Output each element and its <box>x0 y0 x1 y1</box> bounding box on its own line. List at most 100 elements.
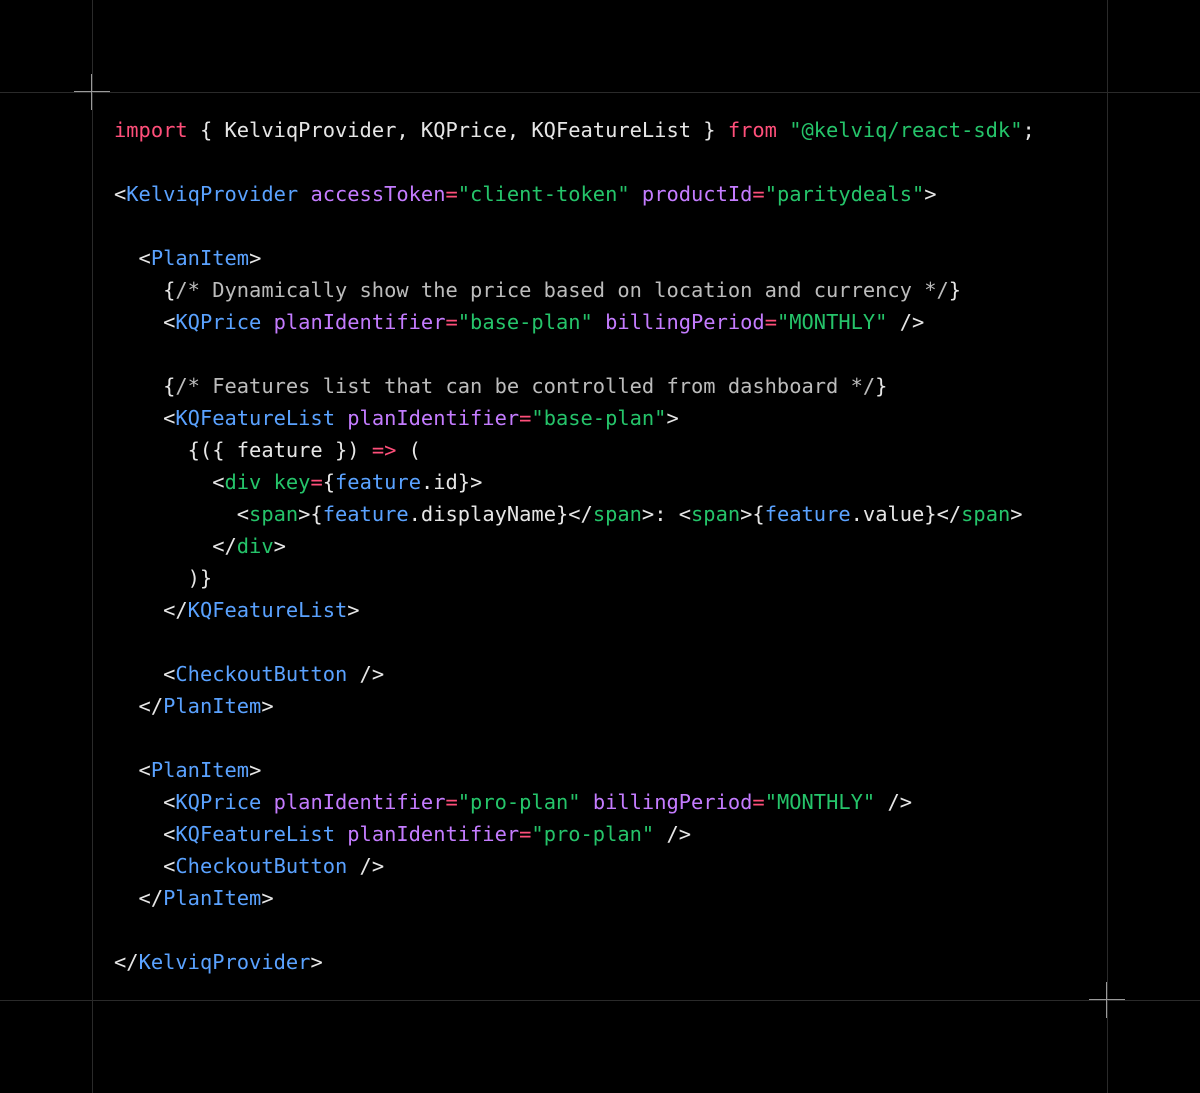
code-token: /> <box>875 790 913 814</box>
code-line: <CheckoutButton /> <box>114 850 1035 882</box>
code-line: <KQPrice planIdentifier="pro-plan" billi… <box>114 786 1035 818</box>
code-token: < <box>114 310 176 334</box>
code-token: ; <box>1022 118 1035 142</box>
code-token: /* Features list that can be controlled … <box>175 374 876 398</box>
code-token: CheckoutButton <box>175 662 348 686</box>
code-token: } <box>875 374 888 398</box>
code-line: <PlanItem> <box>114 754 1035 786</box>
code-line: </PlanItem> <box>114 882 1035 914</box>
code-token: = <box>445 790 458 814</box>
code-token: /> <box>654 822 692 846</box>
code-token: feature <box>335 470 421 494</box>
code-token: billingPeriod <box>592 790 753 814</box>
code-token: import <box>114 118 188 142</box>
code-token: KelviqProvider <box>126 182 299 206</box>
code-token: > <box>249 246 262 270</box>
code-token: > <box>310 950 323 974</box>
code-token: > <box>273 534 286 558</box>
code-token: = <box>519 822 532 846</box>
code-token: planIdentifier <box>273 790 446 814</box>
code-token: from <box>727 118 777 142</box>
code-token: > <box>347 598 360 622</box>
code-token: billingPeriod <box>605 310 765 334</box>
code-token: </ <box>114 950 139 974</box>
code-token: ( <box>396 438 421 462</box>
code-line: <KQFeatureList planIdentifier="base-plan… <box>114 402 1035 434</box>
code-token: key <box>273 470 311 494</box>
code-line: <KQPrice planIdentifier="base-plan" bill… <box>114 306 1035 338</box>
code-token: )} <box>114 566 213 590</box>
code-token: < <box>114 758 151 782</box>
code-token: "pro-plan" <box>531 822 655 846</box>
code-token: >{ <box>298 502 323 526</box>
code-token: CheckoutButton <box>175 854 348 878</box>
code-token: productId <box>641 182 753 206</box>
code-line: <span>{feature.displayName}</span>: <spa… <box>114 498 1035 530</box>
code-token: = <box>445 182 458 206</box>
code-token: "base-plan" <box>457 310 593 334</box>
code-token: feature <box>322 502 409 526</box>
code-token: "MONTHLY" <box>776 310 888 334</box>
code-token: .displayName}</ <box>408 502 593 526</box>
code-token: { <box>114 374 176 398</box>
code-line: import { KelviqProvider, KQPrice, KQFeat… <box>114 114 1035 146</box>
code-block: import { KelviqProvider, KQPrice, KQFeat… <box>114 114 1035 978</box>
code-token: PlanItem <box>163 694 262 718</box>
code-token: KQFeatureList <box>175 406 335 430</box>
code-token: KQFeatureList <box>187 598 348 622</box>
guide-line-right <box>1107 0 1108 1093</box>
code-token: "client-token" <box>457 182 630 206</box>
code-token: < <box>114 822 176 846</box>
code-token: < <box>114 182 127 206</box>
code-token: > <box>261 694 274 718</box>
code-line: {({ feature }) => ( <box>114 434 1035 466</box>
code-token: /> <box>887 310 925 334</box>
code-token: PlanItem <box>150 758 250 782</box>
code-token: div <box>236 534 274 558</box>
guide-line-bottom <box>0 1000 1200 1001</box>
code-token: planIdentifier <box>347 822 520 846</box>
code-token: {({ feature }) <box>114 438 372 462</box>
code-token: KQPrice <box>175 790 262 814</box>
code-token: = <box>519 406 532 430</box>
code-token: "@kelviq/react-sdk" <box>789 118 1023 142</box>
code-token: < <box>114 502 250 526</box>
code-token: > <box>249 758 262 782</box>
code-token: < <box>114 246 151 270</box>
code-token: span <box>592 502 642 526</box>
code-token: div <box>224 470 262 494</box>
code-line: </KQFeatureList> <box>114 594 1035 626</box>
code-token: > <box>666 406 679 430</box>
code-token: planIdentifier <box>347 406 520 430</box>
code-token: } <box>948 278 962 302</box>
code-token: { <box>114 278 176 302</box>
code-token: KQPrice <box>175 310 262 334</box>
code-line: </div> <box>114 530 1035 562</box>
code-token: .value}</ <box>850 502 962 526</box>
code-token: /> <box>347 854 385 878</box>
code-line: <PlanItem> <box>114 242 1035 274</box>
code-token: = <box>445 310 458 334</box>
code-token: > <box>924 182 937 206</box>
code-token: "MONTHLY" <box>764 790 876 814</box>
code-token: PlanItem <box>163 886 262 910</box>
code-token: span <box>961 502 1011 526</box>
code-token: = <box>310 470 323 494</box>
code-token: </ <box>114 886 164 910</box>
code-token: </ <box>114 598 188 622</box>
code-token: => <box>371 438 397 462</box>
code-token: PlanItem <box>150 246 250 270</box>
code-token: { <box>322 470 336 494</box>
code-line: {/* Dynamically show the price based on … <box>114 274 1035 306</box>
code-token: "base-plan" <box>531 406 667 430</box>
code-token: span <box>691 502 741 526</box>
